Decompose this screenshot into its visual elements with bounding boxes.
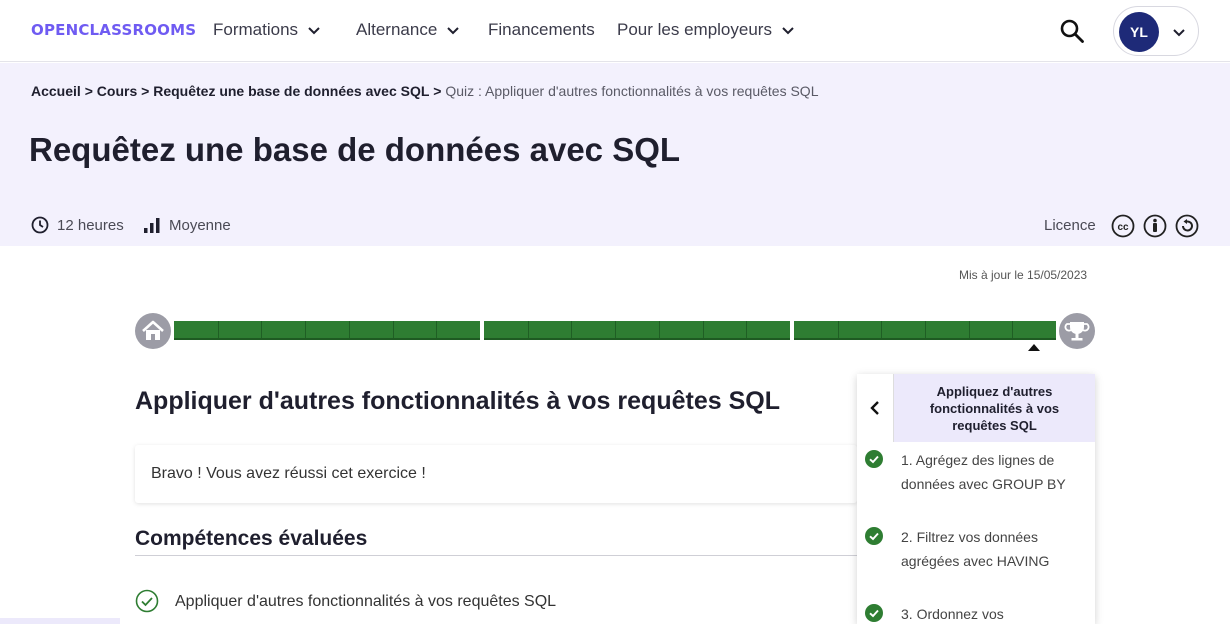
skill-item: Appliquer d'autres fonctionnalités à vos… (175, 593, 557, 610)
panel-item-1[interactable]: 1. Agrégez des lignes de données avec GR… (901, 448, 1081, 496)
updated-date: Mis à jour le 15/05/2023 (959, 268, 1088, 282)
nav-formations[interactable]: Formations (213, 20, 321, 40)
panel-title: Appliquez d'autres fonctionnalités à vos… (894, 374, 1095, 442)
progress-segment-edge (484, 338, 790, 340)
chevron-down-icon (308, 27, 320, 35)
check-circle-icon (865, 604, 883, 622)
difficulty-bars-icon (144, 218, 160, 233)
cc-icon[interactable]: cc (1111, 214, 1135, 238)
breadcrumb-course[interactable]: Requêtez une base de données avec SQL (153, 83, 429, 99)
progress-segment (174, 321, 480, 340)
chapter-panel: Appliquez d'autres fonctionnalités à vos… (857, 374, 1095, 624)
panel-back-button[interactable] (857, 374, 894, 442)
chevron-left-icon (870, 401, 879, 415)
nav-label: Alternance (356, 20, 438, 39)
search-icon[interactable] (1059, 18, 1085, 44)
breadcrumb-cours[interactable]: Cours (97, 83, 137, 99)
check-circle-icon (865, 450, 883, 468)
breadcrumb-current: Quiz : Appliquer d'autres fonctionnalité… (445, 83, 819, 99)
trophy-icon (1064, 322, 1090, 341)
panel-item-2[interactable]: 2. Filtrez vos données agrégées avec HAV… (901, 525, 1081, 573)
progress-home-button[interactable] (135, 313, 171, 349)
clock-icon (31, 216, 49, 234)
check-circle-icon (865, 527, 883, 545)
course-duration: 12 heures (31, 216, 124, 234)
nav-label: Formations (213, 20, 299, 39)
course-level: Moyenne (143, 216, 231, 234)
panel-item-3[interactable]: 3. Ordonnez vos (901, 602, 1081, 624)
avatar: YL (1119, 12, 1159, 52)
quiz-title: Appliquer d'autres fonctionnalités à vos… (135, 387, 780, 415)
nav-label: Pour les employeurs (617, 20, 772, 39)
licence-label: Licence (1044, 217, 1096, 234)
openclassrooms-logo[interactable]: OPENCLASSROOMS (31, 21, 196, 39)
breadcrumb-separator: > (433, 83, 442, 99)
check-circle-icon (135, 589, 159, 613)
breadcrumb-separator: > (84, 83, 93, 99)
breadcrumb-accueil[interactable]: Accueil (31, 83, 81, 99)
quiz-result-text: Bravo ! Vous avez réussi cet exercice ! (151, 465, 426, 482)
sa-icon[interactable] (1175, 214, 1199, 238)
skills-title: Compétences évaluées (135, 527, 368, 550)
top-navigation-bar: OPENCLASSROOMS Formations Alternance Fin… (0, 0, 1230, 62)
nav-pour-les-employeurs[interactable]: Pour les employeurs (617, 20, 795, 40)
progress-segment-edge (794, 338, 1056, 340)
progress-segment (794, 321, 1056, 340)
by-icon[interactable] (1143, 214, 1167, 238)
course-hero: Accueil > Cours > Requêtez une base de d… (0, 63, 1230, 246)
progress-trophy-button[interactable] (1059, 313, 1095, 349)
chevron-down-icon (1173, 29, 1185, 37)
breadcrumb-separator: > (141, 83, 150, 99)
quiz-result-box: Bravo ! Vous avez réussi cet exercice ! (135, 445, 857, 503)
breadcrumb: Accueil > Cours > Requêtez une base de d… (31, 83, 819, 99)
level-text: Moyenne (169, 216, 231, 234)
progress-position-marker (1028, 344, 1040, 351)
progress-segment-edge (174, 338, 480, 340)
home-icon (142, 320, 164, 340)
user-menu-button[interactable]: YL (1113, 6, 1199, 56)
svg-text:cc: cc (1117, 222, 1129, 233)
nav-alternance[interactable]: Alternance (356, 20, 460, 40)
progress-segment (484, 321, 790, 340)
chevron-down-icon (782, 27, 794, 35)
page-title: Requêtez une base de données avec SQL (29, 131, 681, 168)
duration-text: 12 heures (57, 216, 124, 234)
nav-financements[interactable]: Financements (488, 20, 595, 40)
bottom-strip (0, 618, 120, 624)
nav-label: Financements (488, 20, 595, 39)
divider (135, 555, 857, 556)
chevron-down-icon (447, 27, 459, 35)
